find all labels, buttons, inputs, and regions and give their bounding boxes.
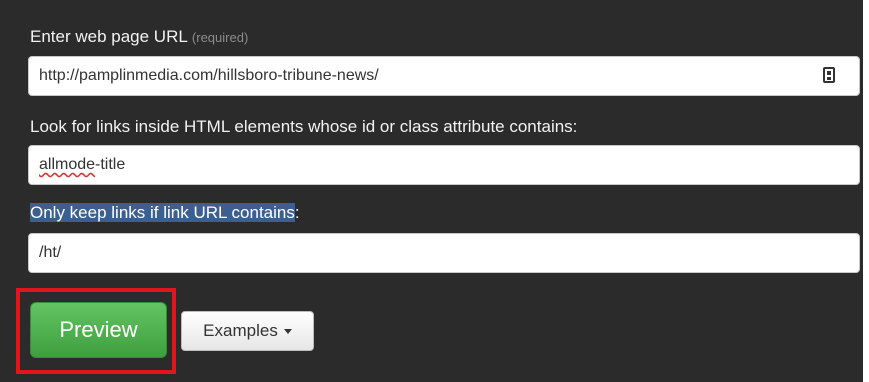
filter-label-selected-text: Only keep links if link URL contains — [30, 203, 295, 222]
filter-label: Only keep links if link URL contains: — [30, 202, 300, 224]
contact-card-icon[interactable] — [823, 67, 835, 83]
preview-button[interactable]: Preview — [30, 302, 167, 358]
url-label: Enter web page URL (required) — [30, 26, 248, 49]
examples-dropdown-button[interactable]: Examples — [181, 311, 314, 351]
url-label-text: Enter web page URL — [30, 27, 188, 46]
required-hint: (required) — [191, 30, 249, 45]
selector-input[interactable]: allmode-title — [28, 145, 860, 185]
url-filter-input-value: /ht/ — [39, 244, 62, 261]
link-extractor-form: Enter web page URL (required) http://pam… — [0, 0, 869, 382]
caret-down-icon — [283, 329, 292, 335]
url-input-value: http://pamplinmedia.com/hillsboro-tribun… — [39, 67, 379, 84]
selector-input-value-misspelled: allmode — [39, 156, 96, 173]
examples-button-label: Examples — [203, 321, 278, 340]
url-input[interactable]: http://pamplinmedia.com/hillsboro-tribun… — [28, 56, 860, 96]
filter-label-colon: : — [294, 203, 300, 222]
url-filter-input[interactable]: /ht/ — [28, 233, 860, 273]
selector-input-value-rest: -title — [95, 156, 126, 173]
selector-label: Look for links inside HTML elements whos… — [30, 117, 578, 136]
right-edge-strip — [863, 0, 869, 382]
